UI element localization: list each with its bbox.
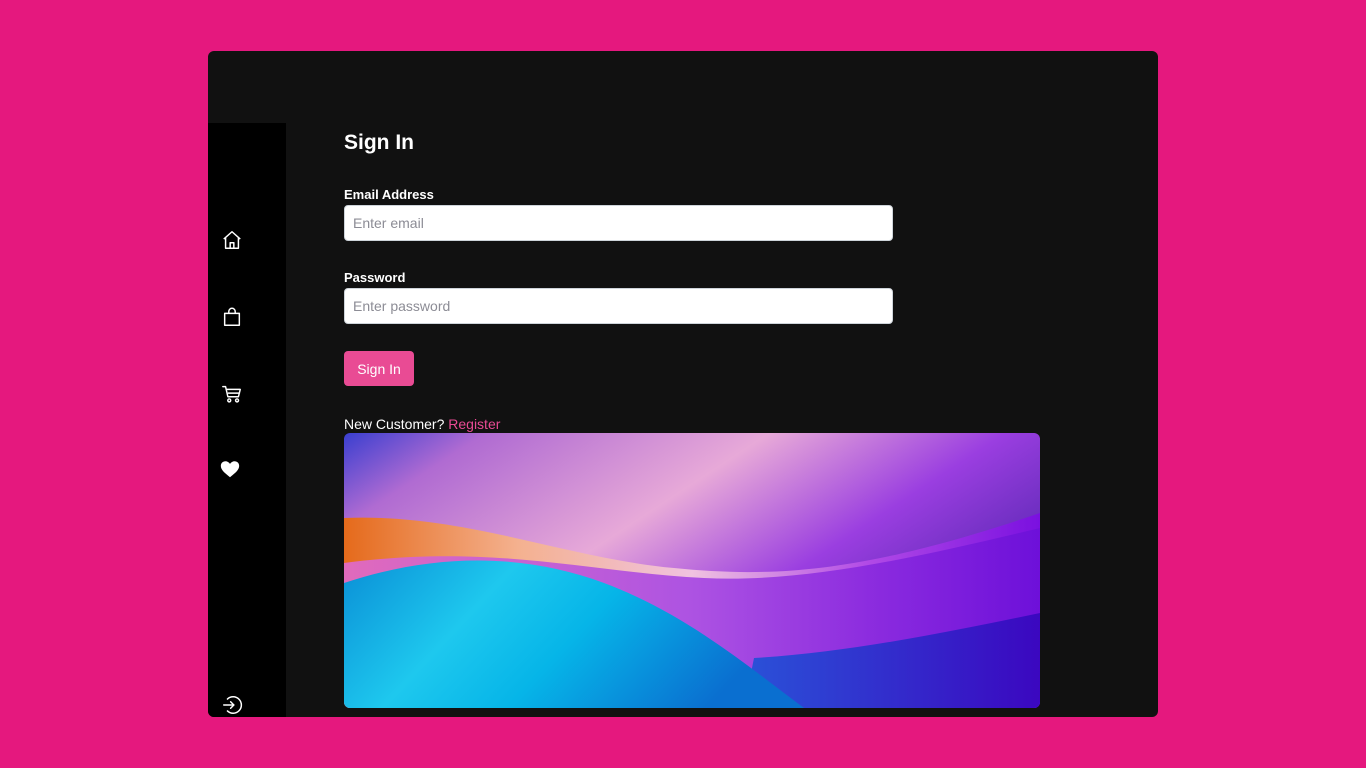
hero-image: [344, 433, 1040, 708]
sign-in-button[interactable]: Sign In: [344, 351, 414, 386]
app-window: Sign In Email Address Password Sign In N…: [208, 51, 1158, 717]
register-link[interactable]: Register: [448, 416, 500, 432]
email-label: Email Address: [344, 187, 434, 202]
main-content: Sign In Email Address Password Sign In N…: [344, 51, 1158, 717]
shopping-bag-icon[interactable]: [220, 305, 244, 329]
home-icon[interactable]: [220, 228, 244, 252]
sidebar: [208, 123, 286, 717]
sign-in-icon[interactable]: [220, 693, 244, 717]
password-field[interactable]: [344, 288, 893, 324]
heart-icon[interactable]: [218, 457, 242, 481]
new-customer-text: New Customer?: [344, 416, 445, 432]
page-title: Sign In: [344, 131, 414, 154]
abstract-wave-image: [344, 433, 1040, 708]
password-label: Password: [344, 270, 406, 285]
new-customer-line: New Customer? Register: [344, 416, 500, 432]
email-field[interactable]: [344, 205, 893, 241]
cart-icon[interactable]: [220, 382, 244, 406]
